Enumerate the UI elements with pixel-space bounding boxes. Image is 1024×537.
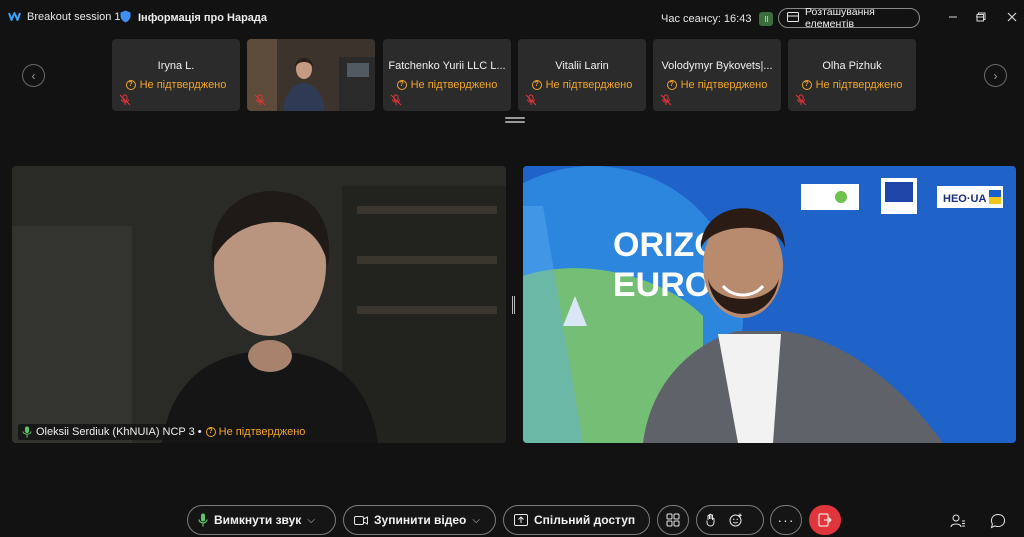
chevron-down-icon[interactable]: ⌵ <box>472 515 480 526</box>
unverified-icon: ? <box>801 80 812 90</box>
heo-ua-logo-text: HEO·UA <box>943 193 986 205</box>
participant-name-tag: Oleksii Serdiuk (KhNUIA) NCP 3 • ? Не пі… <box>18 424 312 440</box>
mic-on-icon <box>22 426 32 438</box>
leave-meeting-button[interactable] <box>809 505 841 535</box>
chevron-down-icon[interactable]: ⌵ <box>307 515 315 526</box>
participant-status: ? Не підтверджено <box>383 79 511 91</box>
participant-tile[interactable]: Volodymyr Bykovets|... ? Не підтверджено <box>653 39 781 111</box>
chat-button[interactable] <box>989 512 1007 530</box>
layout-icon <box>787 11 799 25</box>
participant-name: Oleksii Serdiuk (KhNUIA) NCP 3 • <box>36 426 202 438</box>
unverified-icon: ? <box>396 80 407 90</box>
window-close-button[interactable] <box>1005 10 1019 24</box>
reactions-icon[interactable] <box>729 513 743 527</box>
camera-icon <box>354 515 368 525</box>
participant-status: ? Не підтверджено <box>112 79 240 91</box>
speaker-video-feed: ORIZON EUROPE HEO·UA <box>523 166 1016 443</box>
chevron-left-icon: ‹ <box>31 68 36 83</box>
participant-status: ? Не підтверджено <box>518 79 646 91</box>
webex-logo-icon <box>8 10 21 24</box>
share-button-label: Спільний доступ <box>534 513 636 527</box>
share-screen-icon <box>514 514 528 526</box>
mic-muted-icon <box>660 94 672 106</box>
leave-icon <box>818 513 832 527</box>
meeting-info[interactable]: Інформація про Нарада <box>120 10 267 26</box>
participant-name: Vitalii Larin <box>555 60 609 72</box>
raise-hand-icon[interactable] <box>705 513 717 527</box>
mic-muted-icon <box>119 94 131 106</box>
more-icon: ··· <box>777 512 795 528</box>
title-bar: Breakout session 1 Інформація про Нарада… <box>0 0 1024 36</box>
mute-button[interactable]: Вимкнути звук ⌵ <box>187 505 336 535</box>
unverified-icon: ? <box>205 427 216 437</box>
chevron-right-icon: › <box>993 68 998 83</box>
participant-tile[interactable]: Vitalii Larin ? Не підтверджено <box>518 39 646 111</box>
window-restore-button[interactable] <box>974 10 988 24</box>
main-video-right[interactable]: ORIZON EUROPE HEO·UA <box>523 166 1016 443</box>
speaker-video-feed <box>12 166 506 443</box>
layout-button[interactable]: Розташування елементів <box>778 6 920 30</box>
filmstrip-resize-handle[interactable] <box>505 117 525 123</box>
status-text: Не підтверджено <box>545 79 633 91</box>
reactions-group <box>696 505 764 535</box>
participant-status: ? Не підтверджено <box>205 426 306 438</box>
status-text: Не підтверджено <box>680 79 768 91</box>
layout-grid-button[interactable] <box>657 505 689 535</box>
status-text: Не підтверджено <box>410 79 498 91</box>
share-button[interactable]: Спільний доступ <box>503 505 650 535</box>
unverified-icon: ? <box>531 80 542 90</box>
stop-video-label: Зупинити відео <box>374 513 467 527</box>
meeting-info-label: Інформація про Нарада <box>138 12 268 24</box>
network-badge: ll <box>759 12 774 26</box>
window-minimize-button[interactable] <box>946 10 960 24</box>
mic-muted-icon <box>254 94 266 106</box>
filmstrip-prev-button[interactable]: ‹ <box>22 64 45 87</box>
participant-tile[interactable]: Iryna L. ? Не підтверджено <box>112 39 240 111</box>
participant-video-tile[interactable] <box>247 39 375 111</box>
filmstrip-next-button[interactable]: › <box>984 64 1007 87</box>
participant-status: ? Не підтверджено <box>788 79 916 91</box>
microphone-icon <box>198 513 208 527</box>
mic-muted-icon <box>525 94 537 106</box>
main-video-left[interactable]: Oleksii Serdiuk (KhNUIA) NCP 3 • ? Не пі… <box>12 166 506 443</box>
stage-resize-handle[interactable] <box>512 296 516 314</box>
status-text: Не підтверджено <box>815 79 903 91</box>
participant-status: ? Не підтверджено <box>653 79 781 91</box>
unverified-icon: ? <box>666 80 677 90</box>
chat-icon <box>990 513 1006 529</box>
shield-icon <box>120 10 131 26</box>
session-title: Breakout session 1 <box>27 11 121 23</box>
participants-icon <box>950 514 965 528</box>
participant-tile[interactable]: Fatchenko Yurii LLC L... ? Не підтвердже… <box>383 39 511 111</box>
participant-tile[interactable]: Olha Pizhuk ? Не підтверджено <box>788 39 916 111</box>
mic-muted-icon <box>390 94 402 106</box>
participant-name: Fatchenko Yurii LLC L... <box>388 60 506 72</box>
participant-name: Volodymyr Bykovets|... <box>661 60 773 72</box>
mute-button-label: Вимкнути звук <box>214 513 302 527</box>
participants-button[interactable] <box>949 512 967 530</box>
participant-name: Olha Pizhuk <box>822 60 882 72</box>
session-time-label: Час сеансу: 16:43 <box>661 13 752 25</box>
app-brand: Breakout session 1 <box>8 10 121 24</box>
session-timer: Час сеансу: 16:43 ll <box>661 12 774 26</box>
more-options-button[interactable]: ··· <box>770 505 802 535</box>
participant-name: Iryna L. <box>157 60 195 72</box>
layout-grid-icon <box>666 513 680 527</box>
mic-muted-icon <box>795 94 807 106</box>
unverified-icon: ? <box>125 80 136 90</box>
status-text: Не підтверджено <box>139 79 227 91</box>
status-text: Не підтверджено <box>218 426 306 438</box>
stop-video-button[interactable]: Зупинити відео ⌵ <box>343 505 496 535</box>
layout-button-label: Розташування елементів <box>805 6 875 30</box>
participant-video-feed <box>247 39 375 111</box>
